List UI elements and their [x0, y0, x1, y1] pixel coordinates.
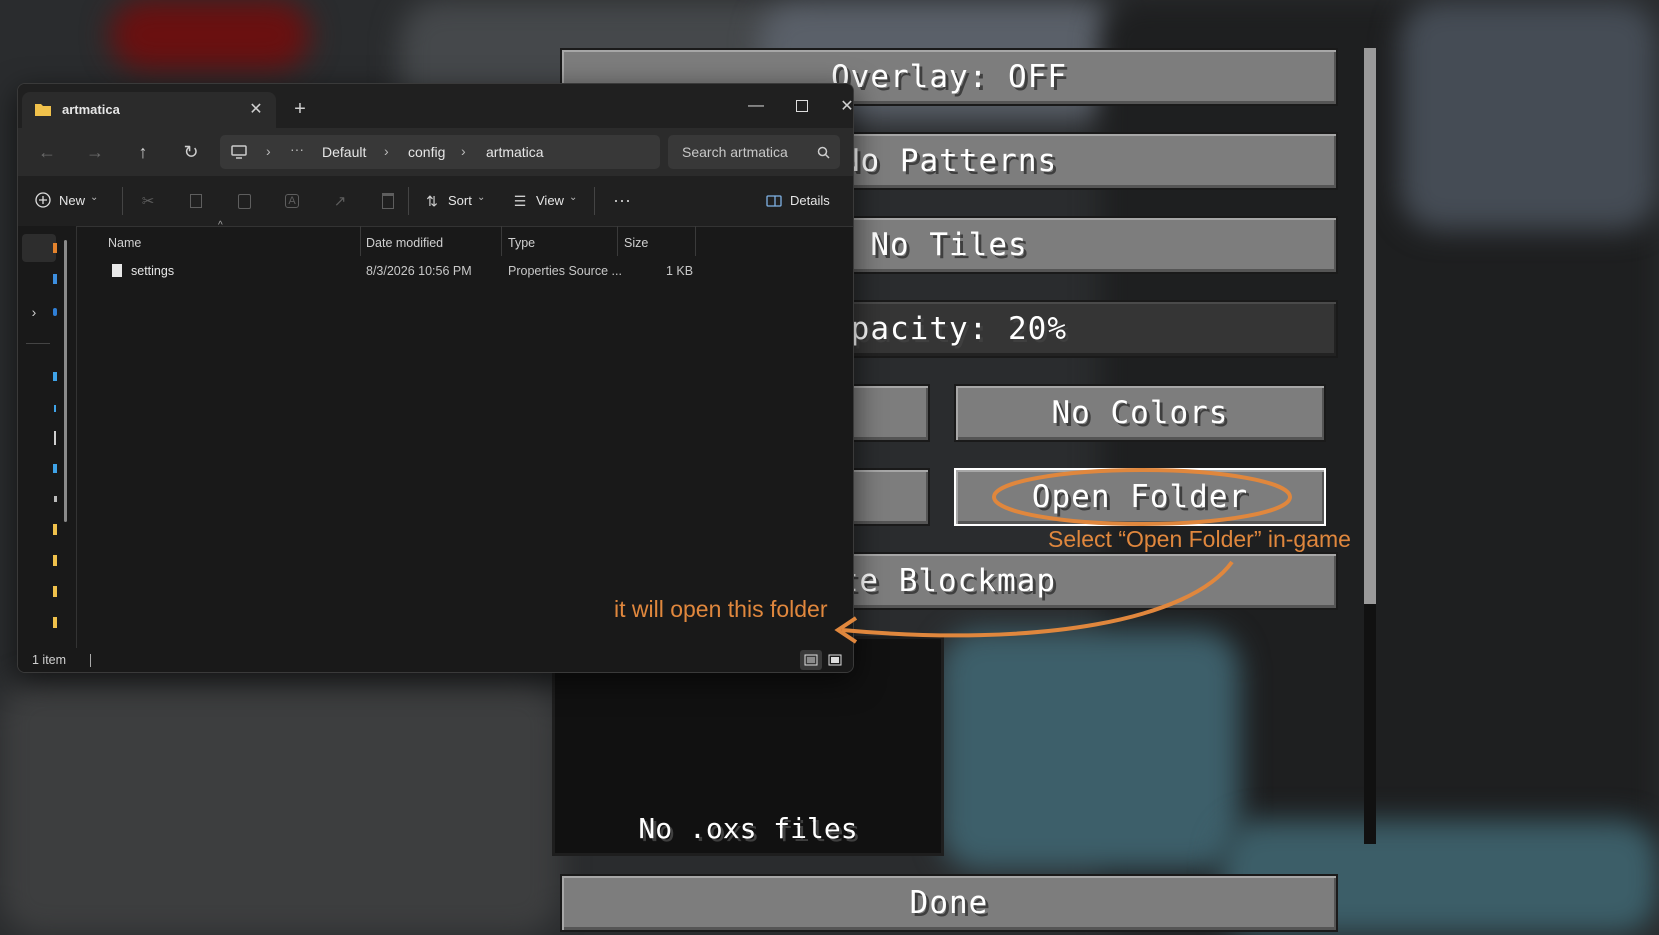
- annotation-opens: it will open this folder: [614, 596, 828, 622]
- annotation-arrow: [841, 560, 1234, 638]
- annotation-overlay: [834, 468, 1292, 644]
- highlight-ellipse: [992, 468, 1292, 526]
- annotation-select: Select “Open Folder” in-game: [1048, 526, 1351, 552]
